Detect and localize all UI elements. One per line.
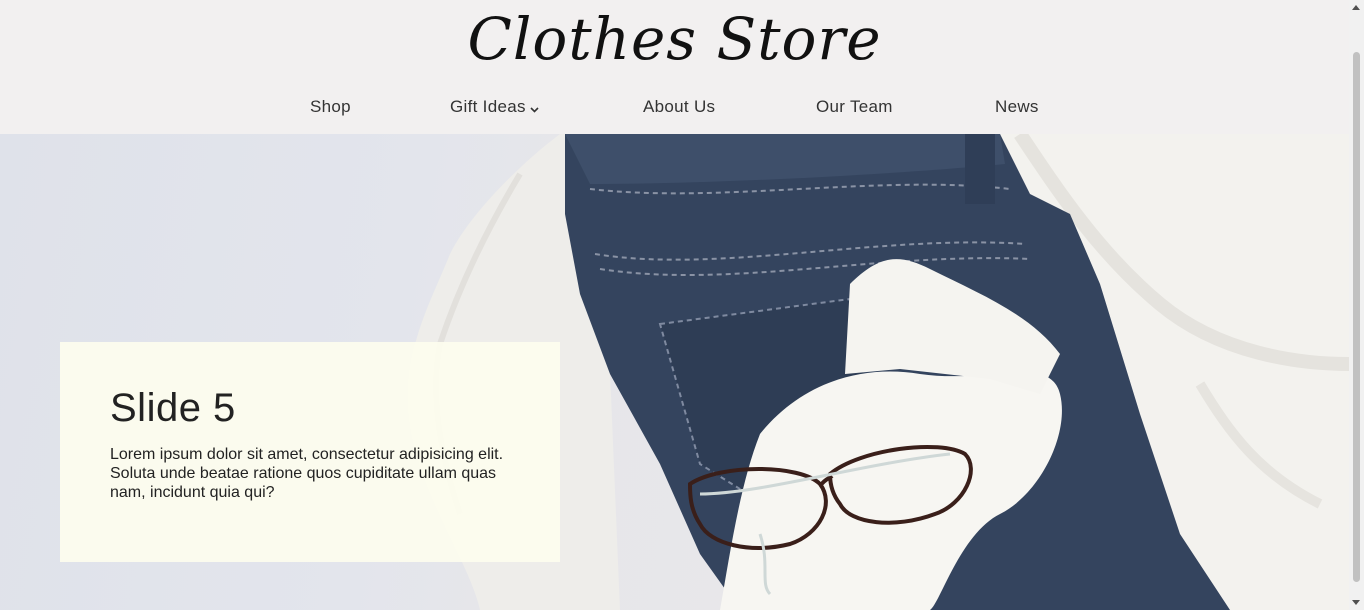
hero-slider: Slide 5 Lorem ipsum dolor sit amet, cons… bbox=[0, 134, 1349, 610]
nav-item-gift-ideas[interactable]: Gift Ideas bbox=[450, 94, 539, 121]
site-logo[interactable]: Clothes Store bbox=[0, 4, 1349, 74]
scroll-up-arrow-icon[interactable] bbox=[1352, 5, 1360, 10]
nav-item-about-us[interactable]: About Us bbox=[643, 94, 715, 120]
nav-item-label: News bbox=[995, 97, 1039, 116]
site-header: Clothes Store Shop Gift Ideas About Us O… bbox=[0, 0, 1349, 134]
nav-item-label: Gift Ideas bbox=[450, 97, 526, 116]
nav-item-our-team[interactable]: Our Team bbox=[816, 94, 893, 120]
nav-item-shop[interactable]: Shop bbox=[310, 94, 351, 120]
vertical-scrollbar[interactable] bbox=[1349, 0, 1364, 610]
scrollbar-thumb[interactable] bbox=[1353, 52, 1360, 582]
slide-caption-box: Slide 5 Lorem ipsum dolor sit amet, cons… bbox=[60, 342, 560, 562]
nav-item-label: About Us bbox=[643, 97, 716, 116]
nav-item-label: Shop bbox=[310, 97, 351, 116]
scroll-down-arrow-icon[interactable] bbox=[1352, 600, 1360, 605]
chevron-down-icon bbox=[530, 95, 539, 121]
nav-item-label: Our Team bbox=[816, 97, 893, 116]
slide-text: Lorem ipsum dolor sit amet, consectetur … bbox=[110, 446, 504, 501]
slide-title: Slide 5 bbox=[110, 386, 236, 430]
main-nav: Shop Gift Ideas About Us Our Team News bbox=[0, 94, 1349, 122]
nav-item-news[interactable]: News bbox=[995, 94, 1039, 120]
